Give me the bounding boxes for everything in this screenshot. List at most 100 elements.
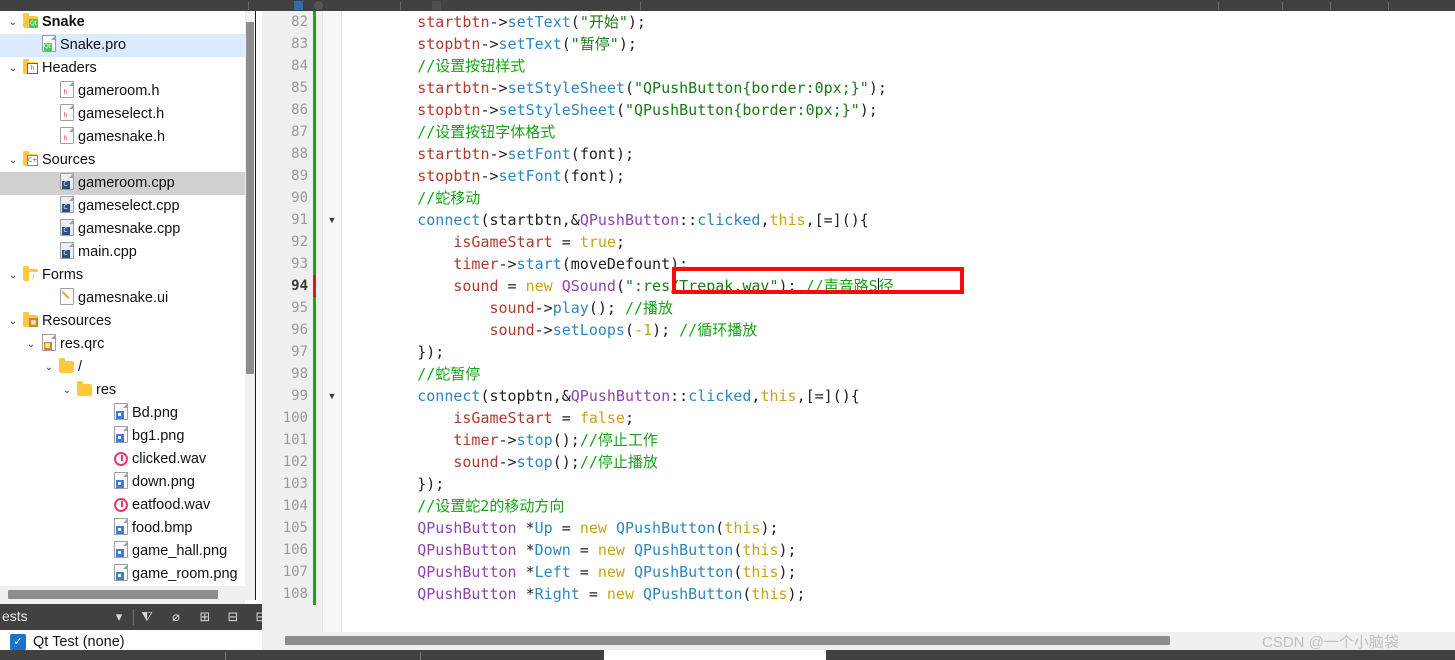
- chevron-down-icon[interactable]: ▾: [110, 608, 128, 626]
- tree-item-bd-png[interactable]: ▪ Bd.png: [0, 402, 245, 425]
- code-token: ();: [588, 299, 625, 317]
- code-token: );: [627, 13, 646, 31]
- line-number: 95: [291, 300, 308, 316]
- tree-item-gameselect-h[interactable]: h gameselect.h: [0, 103, 245, 126]
- code-text[interactable]: startbtn->setText("开始"); stopbtn->setTex…: [345, 11, 1455, 632]
- collapse-all-icon[interactable]: ⊟: [224, 608, 242, 626]
- code-token: );: [606, 167, 625, 185]
- tree-item-bg1-png[interactable]: ▪ bg1.png: [0, 425, 245, 448]
- code-line[interactable]: connect(stopbtn,&QPushButton::clicked,th…: [345, 385, 1455, 407]
- leaf-icon[interactable]: ⌀: [167, 608, 185, 626]
- test-checkbox[interactable]: ✓: [10, 634, 26, 650]
- tree-item-gameroom-h[interactable]: h gameroom.h: [0, 80, 245, 103]
- status-search-field[interactable]: [604, 650, 826, 660]
- tree-item-gamesnake-ui[interactable]: gamesnake.ui: [0, 287, 245, 310]
- chevron-down-icon[interactable]: ⌄: [6, 11, 20, 34]
- tree-item-label: Snake.pro: [60, 37, 127, 53]
- tree-item-gamesnake-cpp[interactable]: Cgamesnake.cpp: [0, 218, 245, 241]
- tree-item-resources[interactable]: ⌄ ▦ Resources: [0, 310, 245, 333]
- project-tree-pane[interactable]: ⌄ Qt Snake Qt Snake.pro ⌄ h Headers h gameroom.h h…: [0, 11, 245, 600]
- code-line[interactable]: startbtn->setStyleSheet("QPushButton{bor…: [345, 77, 1455, 99]
- tree-item-headers[interactable]: ⌄ h Headers: [0, 57, 245, 80]
- editor-horizontal-scroll-thumb[interactable]: [285, 636, 1170, 645]
- debug-icon[interactable]: [432, 1, 441, 10]
- chevron-down-icon[interactable]: ⌄: [6, 310, 20, 333]
- tree-item-label: /: [78, 359, 83, 375]
- tree-item-gameroom-cpp[interactable]: Cgameroom.cpp: [0, 172, 245, 195]
- code-token: ->: [498, 255, 517, 273]
- code-line[interactable]: startbtn->setFont(font);: [345, 143, 1455, 165]
- code-line[interactable]: stopbtn->setFont(font);: [345, 165, 1455, 187]
- tree-item-res-qrc[interactable]: ⌄ ▦ res.qrc: [0, 333, 245, 356]
- code-line[interactable]: sound->play(); //播放: [345, 297, 1455, 319]
- filter-icon[interactable]: ⧨: [138, 608, 156, 626]
- header-file-icon: h: [58, 103, 75, 126]
- code-line[interactable]: QPushButton *Up = new QPushButton(this);: [345, 517, 1455, 539]
- tree-item-eatfood-wav[interactable]: eatfood.wav: [0, 494, 245, 517]
- chevron-down-icon[interactable]: ⌄: [60, 379, 74, 402]
- tree-item-snake-pro[interactable]: Qt Snake.pro: [0, 34, 245, 57]
- code-token: (: [570, 13, 580, 31]
- code-token: (: [561, 255, 571, 273]
- code-line[interactable]: stopbtn->setStyleSheet("QPushButton{bord…: [345, 99, 1455, 121]
- code-token: ,[=](){: [796, 387, 860, 405]
- code-line[interactable]: });: [345, 473, 1455, 495]
- code-line[interactable]: sound->stop();//停止播放: [345, 451, 1455, 473]
- code-line[interactable]: QPushButton *Down = new QPushButton(this…: [345, 539, 1455, 561]
- tree-item-res[interactable]: ⌄ res: [0, 379, 245, 402]
- fold-toggle-icon[interactable]: ▼: [325, 209, 339, 231]
- tree-item-game-room-png[interactable]: ▪ game_room.png: [0, 563, 245, 586]
- chevron-down-icon[interactable]: ⌄: [24, 333, 38, 356]
- code-editor[interactable]: 82 83 84 85 86 87 88 89 90 91 ▼ 92 93 94 95 96 97 98 99 ▼ 10…: [262, 11, 1455, 632]
- image-file-icon: ▪: [112, 471, 129, 494]
- build-icon[interactable]: [294, 1, 303, 10]
- tree-item-clicked-wav[interactable]: clicked.wav: [0, 448, 245, 471]
- code-line[interactable]: timer->stop();//停止工作: [345, 429, 1455, 451]
- tree-item-label: down.png: [132, 474, 195, 490]
- chevron-down-icon[interactable]: ⌄: [6, 149, 20, 172]
- status-separator: [225, 652, 226, 660]
- tree-item-forms[interactable]: ⌄ / Forms: [0, 264, 245, 287]
- project-tree-vertical-scroll-thumb[interactable]: [246, 22, 254, 374]
- chevron-down-icon[interactable]: ⌄: [6, 264, 20, 287]
- code-line[interactable]: QPushButton *Right = new QPushButton(thi…: [345, 583, 1455, 605]
- tree-item-gamesnake-h[interactable]: h gamesnake.h: [0, 126, 245, 149]
- tests-panel-toolbar[interactable]: ests ▾ ⧨ ⌀ ⊞ ⊟ ⊟ ▣: [0, 604, 295, 630]
- chevron-down-icon[interactable]: ⌄: [42, 356, 56, 379]
- code-line[interactable]: startbtn->setText("开始");: [345, 11, 1455, 33]
- tree-item-label: food.bmp: [132, 520, 193, 536]
- code-line[interactable]: //设置按钮样式: [345, 55, 1455, 77]
- code-line[interactable]: });: [345, 341, 1455, 363]
- tree-item-main-cpp[interactable]: Cmain.cpp: [0, 241, 245, 264]
- tree-item-[interactable]: ⌄ /: [0, 356, 245, 379]
- code-token: this: [769, 211, 806, 229]
- code-line[interactable]: stopbtn->setText("暂停");: [345, 33, 1455, 55]
- tree-item-game-hall-png[interactable]: ▪ game_hall.png: [0, 540, 245, 563]
- project-tree-horizontal-scroll-thumb[interactable]: [8, 590, 218, 599]
- tree-item-sources[interactable]: ⌄ C+ Sources: [0, 149, 245, 172]
- code-line[interactable]: //蛇移动: [345, 187, 1455, 209]
- fold-toggle-icon[interactable]: ▼: [325, 385, 339, 407]
- code-line[interactable]: isGameStart = true;: [345, 231, 1455, 253]
- code-line[interactable]: //蛇暂停: [345, 363, 1455, 385]
- top-toolbar[interactable]: [0, 0, 1455, 11]
- code-line[interactable]: //设置按钮字体格式: [345, 121, 1455, 143]
- code-line[interactable]: sound->setLoops(-1); //循环播放: [345, 319, 1455, 341]
- code-line[interactable]: connect(startbtn,&QPushButton::clicked,t…: [345, 209, 1455, 231]
- tree-item-food-bmp[interactable]: ▪ food.bmp: [0, 517, 245, 540]
- tree-item-gameselect-cpp[interactable]: Cgameselect.cpp: [0, 195, 245, 218]
- chevron-down-icon[interactable]: ⌄: [6, 57, 20, 80]
- expand-all-icon[interactable]: ⊞: [196, 608, 214, 626]
- fold-column[interactable]: [323, 11, 341, 632]
- code-line[interactable]: isGameStart = false;: [345, 407, 1455, 429]
- run-icon[interactable]: [314, 1, 323, 10]
- line-number: 93: [291, 256, 308, 272]
- code-line[interactable]: QPushButton *Left = new QPushButton(this…: [345, 561, 1455, 583]
- tree-item-snake[interactable]: ⌄ Qt Snake: [0, 11, 245, 34]
- code-line[interactable]: //设置蛇2的移动方向: [345, 495, 1455, 517]
- code-token: );: [859, 101, 878, 119]
- tree-item-down-png[interactable]: ▪ down.png: [0, 471, 245, 494]
